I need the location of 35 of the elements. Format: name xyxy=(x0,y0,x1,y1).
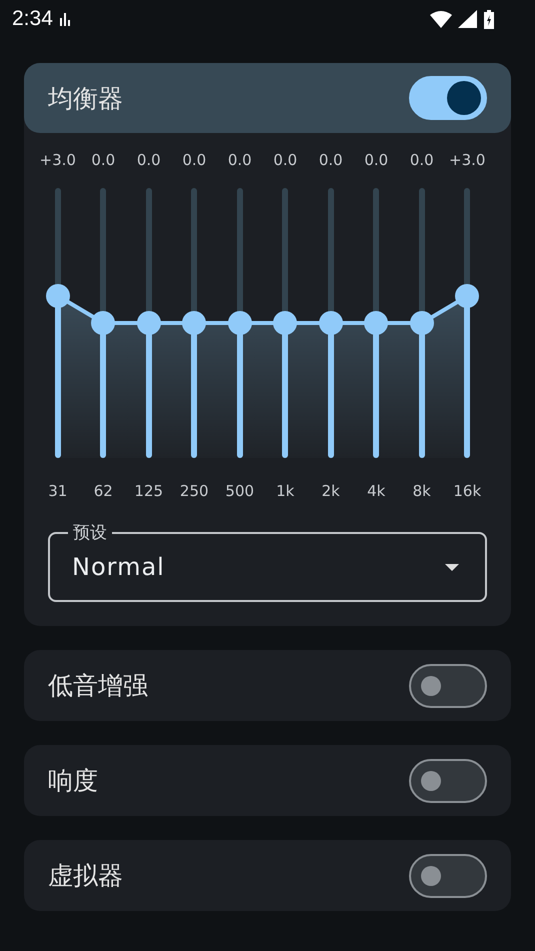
setting-label: 响度 xyxy=(48,765,98,797)
band-value: 0.0 xyxy=(228,151,252,171)
band-frequency: 500 xyxy=(225,482,254,500)
band-value: +3.0 xyxy=(40,151,76,171)
band-frequency: 1k xyxy=(276,482,294,500)
chart-icon xyxy=(58,12,71,26)
band-frequency: 4k xyxy=(367,482,386,500)
band-frequency: 31 xyxy=(48,482,68,500)
signal-icon xyxy=(458,10,477,28)
equalizer-switch[interactable] xyxy=(409,76,487,120)
band-frequency: 250 xyxy=(180,482,209,500)
equalizer-title: 均衡器 xyxy=(48,82,123,114)
band-value: 0.0 xyxy=(182,151,206,171)
band-value: 0.0 xyxy=(91,151,116,171)
band-value: 0.0 xyxy=(364,151,388,171)
band-frequency: 2k xyxy=(322,482,340,500)
status-time: 2:34 xyxy=(12,7,53,31)
band-value: 0.0 xyxy=(318,151,343,171)
band-frequency: 125 xyxy=(134,482,164,500)
band-frequency: 62 xyxy=(94,482,113,500)
setting-label: 低音增强 xyxy=(48,670,148,702)
band-value: 0.0 xyxy=(273,151,298,171)
caret-icon xyxy=(445,564,459,570)
band-frequency: 16k xyxy=(453,482,482,500)
setting-switch[interactable] xyxy=(409,854,487,898)
band-value: 0.0 xyxy=(136,151,161,171)
band-frequency: 8k xyxy=(412,482,431,500)
setting-switch[interactable] xyxy=(409,758,487,802)
band-value: 0.0 xyxy=(410,151,434,171)
setting-switch[interactable] xyxy=(409,664,487,708)
wifi-icon xyxy=(430,10,452,28)
preset-value: Normal xyxy=(72,553,165,581)
battery-icon xyxy=(483,10,495,28)
setting-label: 虚拟器 xyxy=(48,860,123,892)
band-value: +3.0 xyxy=(449,151,486,171)
